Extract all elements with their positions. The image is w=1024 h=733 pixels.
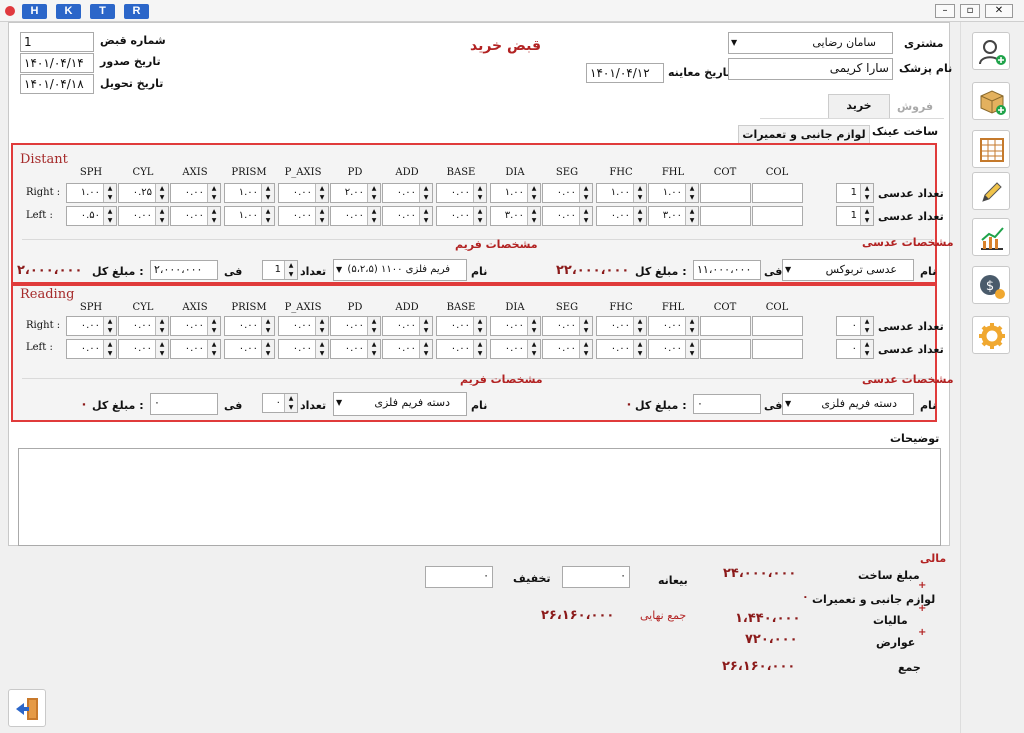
sidebar-report-button[interactable] (972, 218, 1010, 256)
box-add-icon (980, 90, 1006, 115)
discount-field[interactable]: ۰ (425, 566, 493, 588)
finance-sum-label: جمع (898, 661, 921, 674)
sidebar-customer-add-button[interactable] (972, 32, 1010, 70)
reading-left-base-field[interactable]: ۰.۰۰ ▲ ▼ (436, 339, 487, 359)
reading-right-add-field[interactable]: ۰.۰۰ ▲ ▼ (382, 316, 433, 336)
reading-grid: ۰.۰۰ ▲ ▼ ۰.۰۰ ▲ ▼ ۰.۰۰ ▲ ▼ ۰.۰۰ ▲ ▼ ۰.۰۰ ▲ ▼ ۰.۰۰ ▲ ▼ ۰.۰۰… (0, 0, 960, 400)
reading-lens-count-left[interactable]: ۰ ▲ ▼ (836, 339, 874, 359)
sidebar-edit-button[interactable] (972, 172, 1010, 210)
reading-lens-name-dropdown[interactable]: ▼ دسته فریم فلزی (782, 393, 914, 415)
reading-right-fhl-field[interactable]: ۰.۰۰ ▲ ▼ (648, 316, 699, 336)
final-total-value: ۲۶،۱۶۰،۰۰۰ (541, 608, 615, 623)
reading-right-seg-field[interactable]: ۰.۰۰ ▲ ▼ (542, 316, 593, 336)
reading-right-p-axis-field[interactable]: ۰.۰۰ ▲ ▼ (278, 316, 329, 336)
reading-right-col-field[interactable] (752, 316, 803, 336)
finance-acc-value: ۰ (802, 590, 809, 603)
reading-left-cyl-field[interactable]: ۰.۰۰ ▲ ▼ (118, 339, 169, 359)
finance-title: مالی (920, 552, 947, 565)
sidebar-settings-button[interactable] (972, 316, 1010, 354)
finance-tax-value: ۱،۴۴۰،۰۰۰ (735, 611, 801, 626)
reading-frame-qty[interactable]: ۰ ▲ ▼ (262, 393, 298, 413)
svg-text:$: $ (986, 279, 994, 294)
finance-tax-label: مالیات (873, 614, 908, 627)
finance-acc-plus-icon: + (918, 580, 927, 591)
sidebar-table-button[interactable] (972, 130, 1010, 168)
chevron-down-icon: ▼ (785, 399, 792, 408)
reading-right-base-field[interactable]: ۰.۰۰ ▲ ▼ (436, 316, 487, 336)
finance-duty-plus-icon: + (918, 627, 927, 638)
reading-right-cot-field[interactable] (700, 316, 751, 336)
reading-left-cot-field[interactable] (700, 339, 751, 359)
finance-duty-label: عوارض (876, 636, 916, 649)
close-icon[interactable]: ✕ (985, 4, 1013, 18)
chart-icon (981, 227, 1004, 250)
final-total-label: جمع نهایی (640, 609, 687, 622)
reading-frame-total: ۰ (80, 397, 88, 412)
reading-left-axis-field[interactable]: ۰.۰۰ ▲ ▼ (170, 339, 221, 359)
user-add-icon (979, 40, 1006, 65)
reading-right-cyl-field[interactable]: ۰.۰۰ ▲ ▼ (118, 316, 169, 336)
reading-lens-name-label: نام (920, 399, 937, 412)
reading-right-prism-field[interactable]: ۰.۰۰ ▲ ▼ (224, 316, 275, 336)
reading-lens-count-left-label: تعداد عدسی (878, 343, 944, 356)
money-icon: $ (980, 275, 1005, 299)
reading-lens-total: ۰ (625, 397, 633, 412)
reading-left-add-field[interactable]: ۰.۰۰ ▲ ▼ (382, 339, 433, 359)
finance-make-value: ۲۴،۰۰۰،۰۰۰ (723, 566, 797, 581)
exit-button[interactable] (8, 689, 46, 727)
reading-right-axis-field[interactable]: ۰.۰۰ ▲ ▼ (170, 316, 221, 336)
reading-frame-spec-label: مشخصات فریم (460, 373, 543, 386)
pencil-icon (982, 182, 1002, 202)
reading-frame-name-label: نام (471, 399, 488, 412)
finance-sum-value: ۲۶،۱۶۰،۰۰۰ (722, 659, 796, 674)
reading-frame-unit-label: فی (224, 399, 243, 412)
reading-left-prism-field[interactable]: ۰.۰۰ ▲ ▼ (224, 339, 275, 359)
reading-frame-qty-label: تعداد (300, 399, 327, 412)
reading-right-sph-field[interactable]: ۰.۰۰ ▲ ▼ (66, 316, 117, 336)
reading-left-fhc-field[interactable]: ۰.۰۰ ▲ ▼ (596, 339, 647, 359)
reading-left-dia-field[interactable]: ۰.۰۰ ▲ ▼ (490, 339, 541, 359)
reading-frame-unit-field[interactable]: ۰ (150, 393, 218, 415)
notes-label: توضیحات (890, 432, 940, 445)
reading-right-pd-field[interactable]: ۰.۰۰ ▲ ▼ (330, 316, 381, 336)
discount-label: تخفیف (513, 572, 551, 585)
notes-textarea[interactable] (18, 448, 941, 546)
reading-right-dia-field[interactable]: ۰.۰۰ ▲ ▼ (490, 316, 541, 336)
reading-left-p-axis-field[interactable]: ۰.۰۰ ▲ ▼ (278, 339, 329, 359)
reading-lens-total-label: مبلغ کل : (635, 399, 687, 412)
prepay-field[interactable]: ۰ (562, 566, 630, 588)
sidebar-finance-button[interactable]: $ (972, 266, 1010, 304)
reading-lens-spec-label: مشخصات عدسی (862, 373, 954, 386)
maximize-icon[interactable]: ▫ (960, 4, 980, 18)
right-sidebar (960, 22, 1024, 733)
reading-frame-total-label: مبلغ کل : (92, 399, 144, 412)
reading-left-seg-field[interactable]: ۰.۰۰ ▲ ▼ (542, 339, 593, 359)
gear-icon (979, 323, 1005, 349)
reading-lens-count-right[interactable]: ۰ ▲ ▼ (836, 316, 874, 336)
sidebar-product-add-button[interactable] (972, 82, 1010, 120)
finance-acc-label: لوازم جانبی و تعمیرات (812, 593, 936, 606)
prepay-label: بیعانه (658, 574, 688, 587)
exit-door-icon (16, 698, 38, 720)
reading-left-pd-field[interactable]: ۰.۰۰ ▲ ▼ (330, 339, 381, 359)
finance-tax-plus-icon: + (918, 603, 927, 614)
reading-left-sph-field[interactable]: ۰.۰۰ ▲ ▼ (66, 339, 117, 359)
chevron-down-icon: ▼ (336, 398, 343, 407)
reading-left-col-field[interactable] (752, 339, 803, 359)
table-icon (980, 138, 1004, 162)
reading-right-fhc-field[interactable]: ۰.۰۰ ▲ ▼ (596, 316, 647, 336)
reading-lens-count-right-label: تعداد عدسی (878, 320, 944, 333)
finance-duty-value: ۷۲۰،۰۰۰ (745, 632, 798, 647)
finance-make-label: مبلغ ساخت (858, 569, 920, 582)
reading-lens-unit-field[interactable]: ۰ (693, 394, 761, 414)
reading-left-fhl-field[interactable]: ۰.۰۰ ▲ ▼ (648, 339, 699, 359)
reading-frame-name-dropdown[interactable]: ▼ دسته فریم فلزی (333, 392, 467, 416)
reading-lens-unit-label: فی (764, 399, 783, 412)
